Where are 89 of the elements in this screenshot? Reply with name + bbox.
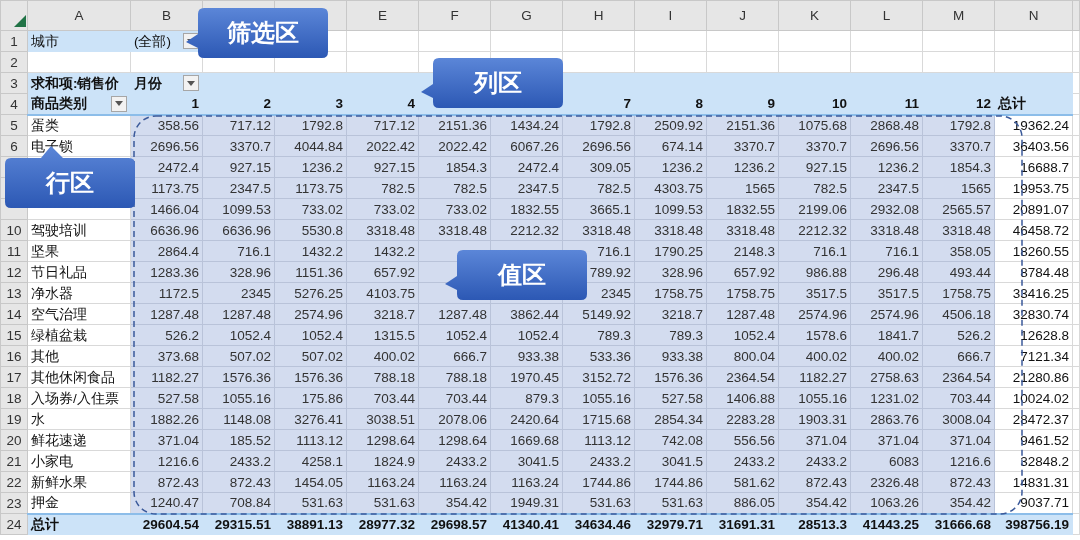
row-label: 小家电 — [27, 450, 131, 472]
total-cell: 19953.75 — [994, 177, 1073, 199]
row-number: 16 — [0, 345, 28, 367]
total-cell: 32830.74 — [994, 303, 1073, 325]
column-letter: K — [778, 0, 851, 31]
total-cell: 16688.7 — [994, 156, 1073, 178]
field-label: 月份 — [134, 74, 162, 93]
total-cell: 18260.55 — [994, 240, 1073, 262]
total-cell: 36403.56 — [994, 135, 1073, 157]
row-number: 11 — [0, 240, 28, 262]
column-letter: H — [562, 0, 635, 31]
row-label: 水 — [27, 408, 131, 430]
row-number: 1 — [0, 30, 28, 52]
total-cell: 12628.8 — [994, 324, 1073, 346]
total-cell: 46458.72 — [994, 219, 1073, 241]
row-number: 17 — [0, 366, 28, 388]
column-letter: A — [27, 0, 131, 31]
row-label: 总计 — [27, 513, 131, 535]
total-cell: 32979.71 — [634, 513, 707, 535]
row-label: 其他 — [27, 345, 131, 367]
row-number: 23 — [0, 492, 28, 514]
row-number: 6 — [0, 135, 28, 157]
row-label: 空气治理 — [27, 303, 131, 325]
total-cell: 7121.34 — [994, 345, 1073, 367]
total-cell: 398756.19 — [994, 513, 1073, 535]
total-cell: 41340.41 — [490, 513, 563, 535]
row-number: 15 — [0, 324, 28, 346]
column-letter: M — [922, 0, 995, 31]
row-label: 鲜花速递 — [27, 429, 131, 451]
callout-label: 筛选区 — [186, 8, 328, 58]
column-letter: L — [850, 0, 923, 31]
row-label: 驾驶培训 — [27, 219, 131, 241]
row-number: 19 — [0, 408, 28, 430]
row-label: 净水器 — [27, 282, 131, 304]
row-label: 绿植盆栽 — [27, 324, 131, 346]
row-number: 18 — [0, 387, 28, 409]
total-cell: 29698.57 — [418, 513, 491, 535]
total-cell: 28472.37 — [994, 408, 1073, 430]
total-cell: 31691.31 — [706, 513, 779, 535]
dropdown-button[interactable] — [111, 95, 127, 112]
total-cell: 14831.31 — [994, 471, 1073, 493]
column-letter: E — [346, 0, 419, 31]
field-label: (全部) — [134, 32, 171, 51]
total-cell: 33416.25 — [994, 282, 1073, 304]
total-cell: 28513.3 — [778, 513, 851, 535]
row-label: 蛋类 — [27, 114, 131, 136]
total-cell: 9461.52 — [994, 429, 1073, 451]
row-label: 坚果 — [27, 240, 131, 262]
column-letter: J — [706, 0, 779, 31]
total-cell: 28977.32 — [346, 513, 419, 535]
total-cell: 21280.86 — [994, 366, 1073, 388]
column-letter: B — [130, 0, 203, 31]
column-letter: G — [490, 0, 563, 31]
row-label: 入场券/入住票 — [27, 387, 131, 409]
row-number: 4 — [0, 93, 28, 115]
total-cell: 8784.48 — [994, 261, 1073, 283]
total-cell: 41443.25 — [850, 513, 923, 535]
row-label: 其他休闲食品 — [27, 366, 131, 388]
row-number: 24 — [0, 513, 28, 535]
column-letter: N — [994, 0, 1073, 31]
row-number: 5 — [0, 114, 28, 136]
total-cell: 19362.24 — [994, 114, 1073, 136]
row-number: 21 — [0, 450, 28, 472]
row-number: 20 — [0, 429, 28, 451]
row-number: 2 — [0, 51, 28, 73]
callout-label: 列区 — [421, 58, 563, 108]
total-cell: 29604.54 — [130, 513, 203, 535]
total-cell: 34634.46 — [562, 513, 635, 535]
row-number: 12 — [0, 261, 28, 283]
total-cell: 10024.02 — [994, 387, 1073, 409]
row-number: 10 — [0, 219, 28, 241]
total-cell: 32848.2 — [994, 450, 1073, 472]
dropdown-button[interactable] — [183, 75, 199, 91]
row-label: 节日礼品 — [27, 261, 131, 283]
column-letter: F — [418, 0, 491, 31]
row-number: 14 — [0, 303, 28, 325]
column-letter: I — [634, 0, 707, 31]
row-number: 13 — [0, 282, 28, 304]
row-number: 3 — [0, 72, 28, 94]
total-cell: 38891.13 — [274, 513, 347, 535]
row-number: 22 — [0, 471, 28, 493]
total-cell: 31666.68 — [922, 513, 995, 535]
caret-icon — [115, 101, 123, 107]
total-cell: 29315.51 — [202, 513, 275, 535]
field-label: 商品类别 — [31, 95, 87, 113]
total-cell: 20891.07 — [994, 198, 1073, 220]
caret-icon — [187, 80, 195, 86]
callout-label: 值区 — [445, 250, 587, 300]
row-label: 新鲜水果 — [27, 471, 131, 493]
